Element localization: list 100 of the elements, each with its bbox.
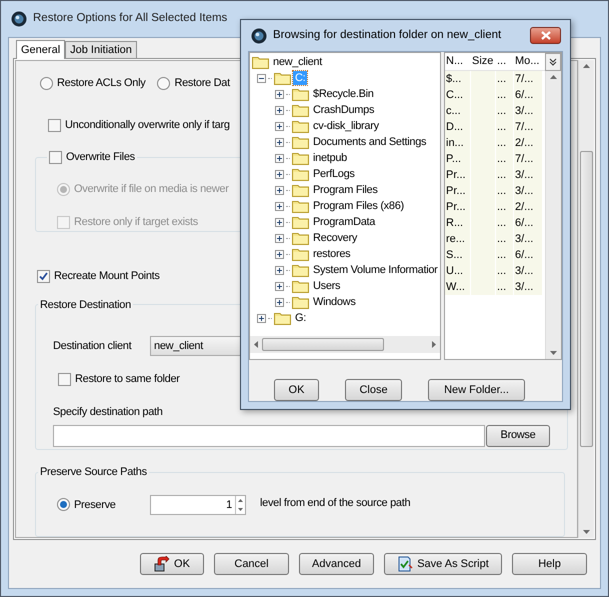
- expand-icon[interactable]: [275, 250, 284, 258]
- table-cell: 3/...: [514, 279, 542, 295]
- dialog-button[interactable]: OK: [274, 379, 319, 401]
- field-label: Destination client: [53, 338, 133, 354]
- dialog-button[interactable]: New Folder...: [428, 379, 525, 401]
- column-chooser-button[interactable]: [545, 53, 561, 71]
- checkbox[interactable]: [48, 118, 61, 132]
- scrollbar[interactable]: [545, 71, 561, 359]
- close-button[interactable]: [530, 27, 561, 44]
- table-cell: ...: [496, 103, 513, 119]
- expand-icon[interactable]: [275, 298, 284, 306]
- horizontal-scrollbar[interactable]: [250, 336, 440, 353]
- app-icon: [251, 28, 267, 44]
- expand-icon[interactable]: [275, 90, 284, 98]
- column-header[interactable]: N...: [445, 53, 471, 70]
- group-title: Restore Destination: [39, 298, 132, 312]
- scroll-up-icon[interactable]: [583, 64, 590, 68]
- table-cell: ...: [496, 215, 513, 231]
- tree-item[interactable]: Recovery: [311, 231, 360, 245]
- table-cell: 2/...: [514, 199, 542, 215]
- field-label: Specify destination path: [53, 405, 163, 420]
- tree-item[interactable]: ProgramData: [311, 215, 378, 229]
- browse-button[interactable]: Browse: [486, 424, 550, 446]
- table-cell: ...: [496, 135, 513, 151]
- tree-item[interactable]: Documents and Settings: [311, 135, 428, 149]
- expand-icon[interactable]: [275, 282, 284, 290]
- checkbox[interactable]: [49, 150, 62, 164]
- footer-button[interactable]: Advanced: [299, 553, 374, 575]
- folder-icon: [292, 103, 309, 117]
- column-header[interactable]: Mo...: [514, 53, 543, 70]
- footer-button[interactable]: Help: [512, 553, 587, 575]
- tree-item[interactable]: PerfLogs: [311, 167, 357, 181]
- spinner-value: 1: [225, 498, 233, 513]
- scroll-left-icon[interactable]: [254, 341, 258, 348]
- table-cell: P...: [445, 151, 470, 167]
- folder-icon: [292, 119, 309, 133]
- tree-item[interactable]: G:: [293, 311, 308, 325]
- expand-icon[interactable]: [275, 266, 284, 274]
- dialog-button[interactable]: Close: [345, 379, 402, 401]
- table-cell: W...: [445, 279, 470, 295]
- tree-item[interactable]: Windows: [311, 295, 358, 309]
- expand-icon[interactable]: [275, 122, 284, 130]
- chevron-down-icon[interactable]: [549, 58, 557, 66]
- folder-icon: [292, 87, 309, 101]
- column-header[interactable]: ...: [496, 53, 514, 70]
- tree-item[interactable]: System Volume Informatior: [311, 263, 440, 277]
- tree-item[interactable]: $Recycle.Bin: [311, 87, 376, 101]
- table-cell: $...: [445, 71, 470, 87]
- table-cell: ...: [496, 231, 513, 247]
- radio-button[interactable]: [57, 498, 70, 512]
- scroll-up-icon[interactable]: [550, 75, 557, 79]
- option-label: Restore Dat: [174, 76, 230, 91]
- scroll-right-icon[interactable]: [432, 341, 436, 348]
- expand-icon[interactable]: [275, 186, 284, 194]
- tab[interactable]: Job Initiation: [65, 41, 137, 58]
- expand-icon[interactable]: [275, 218, 284, 226]
- footer-button[interactable]: OK: [140, 553, 204, 575]
- table-cell: ...: [496, 71, 513, 87]
- expand-icon[interactable]: [257, 314, 266, 322]
- table-cell: 7/...: [514, 71, 542, 87]
- scrollbar[interactable]: [578, 60, 594, 538]
- scroll-down-icon[interactable]: [550, 351, 557, 355]
- table-cell: R...: [445, 215, 470, 231]
- radio-button[interactable]: [157, 76, 170, 90]
- radio-button[interactable]: [40, 76, 53, 90]
- checkbox[interactable]: [58, 372, 71, 386]
- tree-item[interactable]: new_client: [271, 55, 324, 69]
- destination-path-field[interactable]: [53, 424, 485, 446]
- tree-item[interactable]: cv-disk_library: [311, 119, 381, 133]
- table-cell: c...: [445, 103, 470, 119]
- folder-icon: [292, 183, 309, 197]
- table-cell: [471, 71, 495, 87]
- footer-button[interactable]: Save As Script: [384, 553, 502, 575]
- tree-item[interactable]: Program Files (x86): [311, 199, 406, 213]
- column-header[interactable]: Size: [471, 53, 496, 70]
- expand-icon[interactable]: [275, 154, 284, 162]
- close-icon[interactable]: [540, 31, 550, 40]
- table-cell: 6/...: [514, 87, 542, 103]
- tree-item[interactable]: restores: [311, 247, 352, 261]
- collapse-icon[interactable]: [257, 74, 266, 82]
- table-cell: S...: [445, 247, 470, 263]
- tab[interactable]: General: [16, 40, 66, 59]
- level-spinner[interactable]: 1: [150, 494, 246, 515]
- restore-icon: [154, 556, 170, 572]
- expand-icon[interactable]: [275, 202, 284, 210]
- tree-item[interactable]: CrashDumps: [311, 103, 376, 117]
- expand-icon[interactable]: [275, 234, 284, 242]
- folder-icon: [274, 71, 291, 85]
- checkbox[interactable]: [37, 270, 50, 283]
- table-cell: 7/...: [514, 119, 542, 135]
- scroll-down-icon[interactable]: [583, 530, 590, 534]
- expand-icon[interactable]: [275, 138, 284, 146]
- table-cell: 3/...: [514, 231, 542, 247]
- folder-icon: [292, 231, 309, 245]
- expand-icon[interactable]: [275, 170, 284, 178]
- tree-item[interactable]: inetpub: [311, 151, 349, 165]
- footer-button[interactable]: Cancel: [214, 553, 289, 575]
- expand-icon[interactable]: [275, 106, 284, 114]
- tree-item[interactable]: Users: [311, 279, 342, 293]
- tree-item[interactable]: Program Files: [311, 183, 380, 197]
